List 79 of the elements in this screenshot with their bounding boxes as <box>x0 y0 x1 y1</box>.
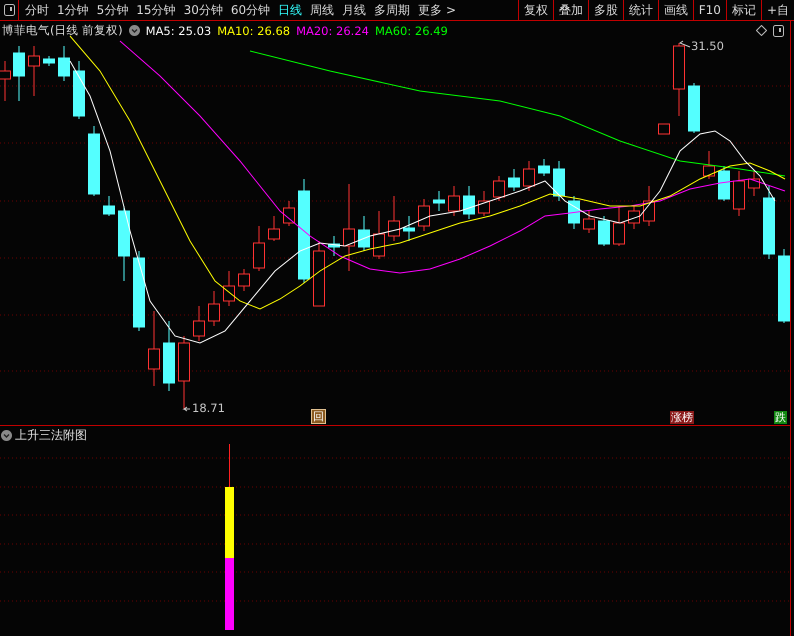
candlestick <box>238 268 250 292</box>
period-tab[interactable]: 30分钟 <box>180 0 227 20</box>
candlestick <box>373 210 385 260</box>
candlestick <box>28 46 40 96</box>
panel-toggle-icon[interactable] <box>4 4 14 16</box>
candlestick <box>538 158 550 176</box>
period-tab[interactable]: 周线 <box>306 0 338 20</box>
candlestick <box>688 82 700 134</box>
chevron-down-icon[interactable] <box>1 430 12 440</box>
toolbar-button[interactable]: 画线 <box>658 0 693 20</box>
candlestick <box>73 60 85 120</box>
toolbar-button[interactable]: 复权 <box>518 0 553 20</box>
signal-marker: 涨榜 <box>670 411 694 424</box>
candlestick <box>598 216 610 246</box>
candlestick <box>658 124 670 134</box>
candlestick <box>388 196 400 242</box>
candlestick <box>523 160 535 192</box>
candlestick <box>13 46 25 102</box>
toolbar-button[interactable]: 多股 <box>588 0 623 20</box>
candlestick <box>358 216 370 252</box>
candlestick <box>493 176 505 202</box>
period-tab[interactable]: 分时 <box>21 0 53 20</box>
candlestick <box>163 320 175 392</box>
candlestick <box>418 198 430 232</box>
candlestick <box>643 186 655 226</box>
signal-marker: 跌 <box>774 411 787 424</box>
candlestick <box>313 240 325 306</box>
candlestick <box>478 190 490 216</box>
candlestick <box>58 46 70 82</box>
period-tab[interactable]: 多周期 <box>370 0 414 20</box>
candlestick <box>628 206 640 230</box>
toolbar-button[interactable]: +自 <box>760 0 794 20</box>
toolbar-button[interactable]: 标记 <box>726 0 761 20</box>
candlestick <box>553 160 565 202</box>
panel-toggle-icon[interactable] <box>773 24 784 36</box>
diamond-icon[interactable] <box>756 25 767 36</box>
candlestick <box>508 168 520 192</box>
candlestick <box>748 170 760 196</box>
moving-average-value: MA10: 26.68 <box>217 24 290 38</box>
candlestick <box>43 56 55 66</box>
period-tab[interactable]: 15分钟 <box>132 0 180 20</box>
low-price-label: 18.71 <box>192 401 225 415</box>
candlestick <box>193 306 205 342</box>
chevron-down-icon[interactable] <box>128 25 140 36</box>
period-tab[interactable]: 更多 > <box>414 0 460 20</box>
arrow-icon <box>182 406 190 412</box>
moving-average-value: MA20: 26.24 <box>296 24 369 38</box>
candlestick <box>613 206 625 246</box>
candlestick <box>403 216 415 242</box>
chart-title: 博菲电气(日线 前复权) <box>2 23 123 38</box>
candlestick <box>433 190 445 212</box>
candlestick <box>268 216 280 242</box>
candlestick <box>733 170 745 216</box>
candlestick <box>568 196 580 230</box>
toolbar-button[interactable]: F10 <box>692 0 726 20</box>
candlestick <box>88 126 100 196</box>
toolbar-button[interactable]: 叠加 <box>552 0 588 20</box>
candlestick <box>103 196 115 216</box>
period-tab[interactable]: 1分钟 <box>53 0 93 20</box>
candlestick <box>583 210 595 234</box>
subchart-title: 上升三法附图 <box>15 426 87 444</box>
moving-average-value: MA60: 26.49 <box>374 24 448 38</box>
signal-marker: 回 <box>311 409 326 424</box>
candlestick <box>463 186 475 220</box>
candlestick <box>448 186 460 216</box>
period-tab[interactable]: 月线 <box>338 0 370 20</box>
candlestick <box>253 226 265 272</box>
toolbar-button[interactable]: 统计 <box>622 0 658 20</box>
candlestick <box>328 236 340 256</box>
candlestick <box>283 200 295 226</box>
candlestick <box>223 270 235 306</box>
candlestick <box>718 166 730 202</box>
moving-average-value: MA5: 25.03 <box>146 24 212 38</box>
period-tab[interactable]: 5分钟 <box>92 0 132 20</box>
period-tab[interactable]: 日线 <box>274 0 306 20</box>
high-price-label: 31.50 <box>691 39 724 53</box>
period-tab[interactable]: 60分钟 <box>226 0 274 20</box>
candlestick <box>703 150 715 180</box>
candlestick <box>208 290 220 326</box>
